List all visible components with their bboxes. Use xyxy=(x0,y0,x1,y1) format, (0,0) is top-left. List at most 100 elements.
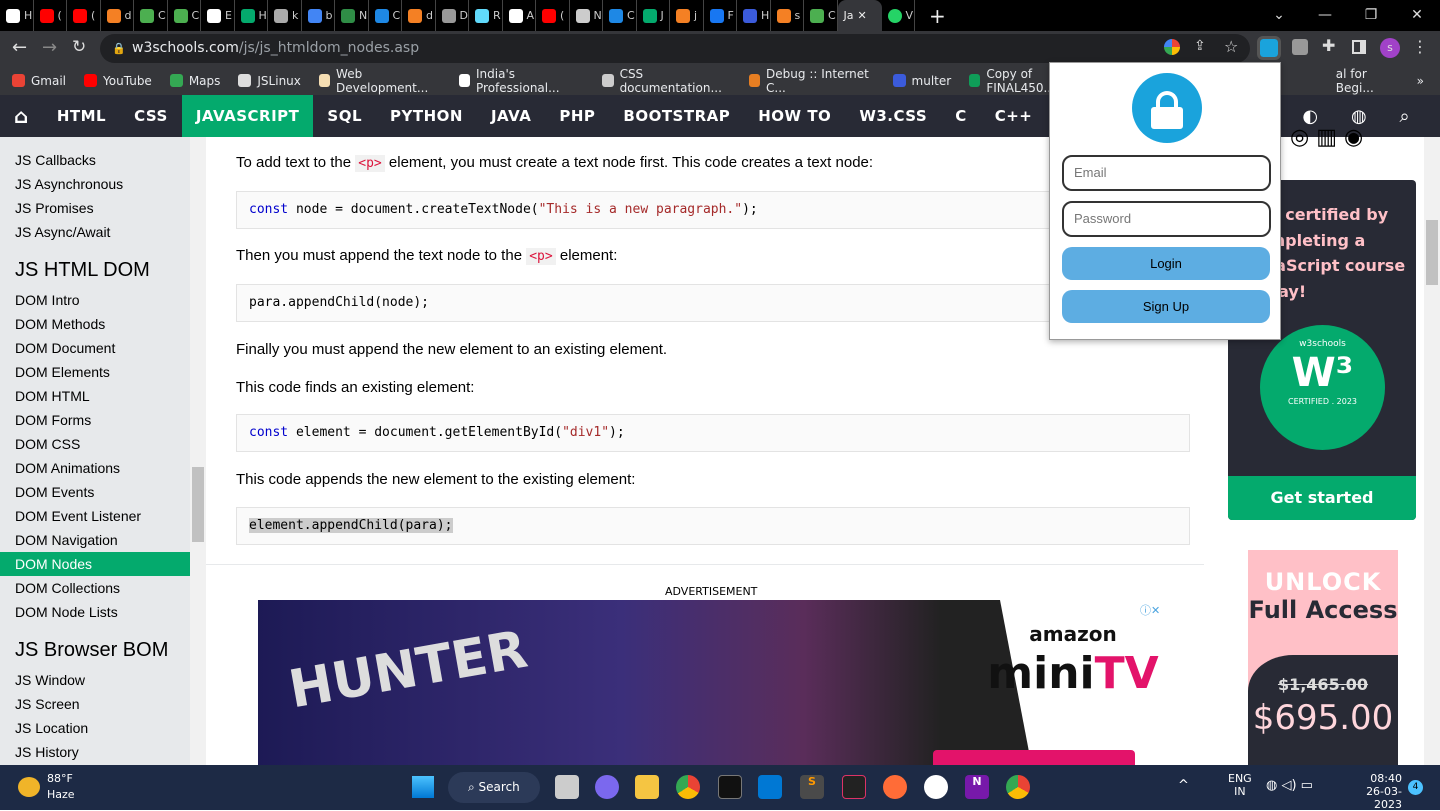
sidebar-item[interactable]: JS Callbacks xyxy=(0,148,190,172)
sidebar-item[interactable]: DOM Document xyxy=(0,336,190,360)
browser-tab[interactable]: A xyxy=(503,0,536,31)
browser-tab[interactable]: H xyxy=(235,0,268,31)
browser-tab[interactable]: s xyxy=(771,0,804,31)
chrome-icon-2[interactable] xyxy=(1006,775,1030,799)
google-lens-icon[interactable] xyxy=(1164,39,1180,55)
address-bar[interactable]: 🔒 w3schools.com/js/js_htmldom_nodes.asp xyxy=(100,34,1250,63)
bookmark[interactable]: al for Begi... xyxy=(1336,67,1399,95)
hyper-icon[interactable] xyxy=(842,775,866,799)
sidebar-item[interactable]: JS Screen xyxy=(0,692,190,716)
sublime-icon[interactable]: S xyxy=(800,775,824,799)
bookmark[interactable]: JSLinux xyxy=(238,74,301,88)
language-indicator[interactable]: ENG IN xyxy=(1228,772,1252,798)
file-explorer-icon[interactable] xyxy=(635,775,659,799)
bookmark[interactable]: YouTube xyxy=(84,74,152,88)
browser-tab[interactable]: R xyxy=(469,0,503,31)
notification-badge[interactable]: 4 xyxy=(1408,780,1423,795)
nav-item-c[interactable]: C xyxy=(941,95,981,137)
sidebar-item[interactable]: DOM Elements xyxy=(0,360,190,384)
bookmark[interactable]: Maps xyxy=(169,74,220,88)
close-window-button[interactable]: ✕ xyxy=(1394,0,1440,31)
browser-tab[interactable]: k xyxy=(268,0,302,31)
nav-item-html[interactable]: HTML xyxy=(43,95,120,137)
ad-choices-icon[interactable]: ⓘ✕ xyxy=(1140,602,1160,618)
onenote-icon[interactable]: N xyxy=(965,775,989,799)
nav-item-how-to[interactable]: HOW TO xyxy=(744,95,845,137)
browser-tab[interactable]: C xyxy=(603,0,637,31)
sidebar-item[interactable]: DOM Node Lists xyxy=(0,600,190,624)
advertisement-banner[interactable]: HUNTER amazon miniTV ⓘ✕ xyxy=(258,600,1168,765)
browser-tab[interactable]: b xyxy=(302,0,335,31)
browser-tab[interactable]: V xyxy=(882,0,915,31)
sidebar-item[interactable]: JS Window xyxy=(0,668,190,692)
browser-tab[interactable]: ( xyxy=(67,0,101,31)
browser-tab[interactable]: H xyxy=(0,0,34,31)
sidebar-item[interactable]: DOM Intro xyxy=(0,288,190,312)
sidebar-item[interactable]: JS Asynchronous xyxy=(0,172,190,196)
bookmark[interactable]: Gmail xyxy=(12,74,66,88)
extensions-puzzle-icon[interactable]: ✚ xyxy=(1322,36,1335,55)
clock[interactable]: 08:40 26-03-2023 xyxy=(1340,772,1402,811)
reload-button[interactable]: ↻ xyxy=(72,37,86,57)
bookmarks-more-button[interactable]: » xyxy=(1417,74,1424,88)
nav-item-css[interactable]: CSS xyxy=(120,95,182,137)
weather-condition[interactable]: Haze xyxy=(47,788,75,801)
sidebar-item[interactable]: DOM Collections xyxy=(0,576,190,600)
weather-temp[interactable]: 88°F xyxy=(47,772,73,785)
browser-tab[interactable]: E xyxy=(201,0,235,31)
weather-icon[interactable] xyxy=(18,777,40,797)
browser-tab[interactable]: D xyxy=(436,0,469,31)
bookmark[interactable]: CSS documentation... xyxy=(602,67,730,95)
browser-tab[interactable]: ( xyxy=(536,0,570,31)
chrome-icon[interactable] xyxy=(676,775,700,799)
browser-tab[interactable]: N xyxy=(570,0,603,31)
browser-tab-active[interactable]: Ja ✕ xyxy=(837,0,882,31)
get-started-button[interactable]: Get started xyxy=(1228,476,1416,520)
vscode-icon[interactable] xyxy=(758,775,782,799)
nav-item-java[interactable]: JAVA xyxy=(477,95,545,137)
browser-tab[interactable]: N xyxy=(335,0,369,31)
login-button[interactable]: Login xyxy=(1062,247,1270,280)
back-button[interactable]: ← xyxy=(12,37,27,58)
home-icon[interactable]: ⌂ xyxy=(0,95,43,137)
globe-icon[interactable]: ◍ xyxy=(1351,106,1367,127)
sidebar-item[interactable]: JS History xyxy=(0,740,190,764)
browser-tab[interactable]: C xyxy=(134,0,168,31)
network-volume-battery-icons[interactable]: ◍ ◁) ▭ xyxy=(1266,778,1313,793)
bookmark[interactable]: Debug :: Internet C... xyxy=(748,67,875,95)
signup-button[interactable]: Sign Up xyxy=(1062,290,1270,323)
nav-item-w3-css[interactable]: W3.CSS xyxy=(845,95,941,137)
sidebar-item[interactable]: DOM Events xyxy=(0,480,190,504)
taskbar-search[interactable]: ⌕ Search xyxy=(448,772,540,803)
bookmark[interactable]: India's Professional... xyxy=(458,67,585,95)
nav-item-php[interactable]: PHP xyxy=(545,95,609,137)
forward-button[interactable]: → xyxy=(42,37,57,58)
new-tab-button[interactable]: + xyxy=(915,4,946,28)
browser-tab[interactable]: C xyxy=(369,0,402,31)
sidebar-item[interactable]: DOM HTML xyxy=(0,384,190,408)
sidebar-scrollbar[interactable] xyxy=(190,137,206,765)
sidebar-item[interactable]: DOM Navigation xyxy=(0,528,190,552)
postman-icon[interactable] xyxy=(883,775,907,799)
share-icon[interactable]: ⇪ xyxy=(1194,38,1206,54)
social-icons[interactable]: ◎ ▥ ◉ xyxy=(1290,125,1363,150)
profile-avatar[interactable]: s xyxy=(1380,38,1400,58)
menu-kebab-icon[interactable]: ⋮ xyxy=(1412,37,1428,56)
nav-item-javascript[interactable]: JAVASCRIPT xyxy=(181,95,314,137)
browser-tab[interactable]: j xyxy=(670,0,704,31)
chat-icon[interactable] xyxy=(595,775,619,799)
hidden-icons-chevron[interactable]: ^ xyxy=(1178,778,1189,793)
sidebar-item[interactable]: DOM Methods xyxy=(0,312,190,336)
sidebar-item[interactable]: DOM Event Listener xyxy=(0,504,190,528)
sidebar-item[interactable]: DOM Animations xyxy=(0,456,190,480)
email-input[interactable]: Email xyxy=(1062,155,1271,191)
browser-tab[interactable]: J xyxy=(637,0,670,31)
extension-icon[interactable] xyxy=(1292,39,1308,55)
unlock-full-access-ad[interactable]: UNLOCK Full Access $1,465.00 $695.00 xyxy=(1248,550,1398,765)
browser-tab[interactable]: d xyxy=(402,0,436,31)
mongodb-compass-icon[interactable] xyxy=(924,775,948,799)
sidebar-item[interactable]: JS Promises xyxy=(0,196,190,220)
ad-cta-button[interactable] xyxy=(933,750,1135,765)
password-input[interactable]: Password xyxy=(1062,201,1271,237)
nav-item-bootstrap[interactable]: BOOTSTRAP xyxy=(609,95,744,137)
